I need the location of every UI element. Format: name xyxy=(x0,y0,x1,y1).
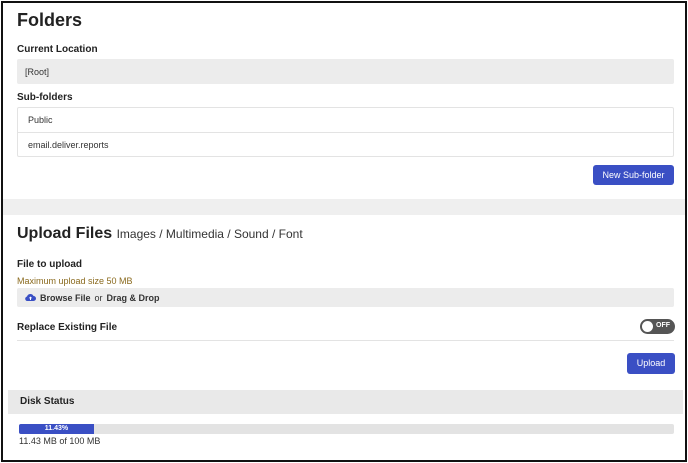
disk-usage-bar: 11.43% xyxy=(19,424,674,434)
file-drop-zone[interactable]: Browse File or Drag & Drop xyxy=(17,288,674,307)
toggle-state-text: OFF xyxy=(656,322,670,329)
replace-existing-label: Replace Existing File xyxy=(17,322,118,333)
max-upload-size-text: Maximum upload size 50 MB xyxy=(17,276,133,286)
new-subfolder-button[interactable]: New Sub-folder xyxy=(593,165,674,185)
current-location-field: [Root] xyxy=(17,59,674,84)
drag-drop-text: Drag & Drop xyxy=(106,292,160,303)
browse-file-link[interactable]: Browse File xyxy=(40,293,91,303)
current-location-label: Current Location xyxy=(17,44,98,55)
file-to-upload-label: File to upload xyxy=(17,259,82,270)
replace-existing-toggle[interactable]: OFF xyxy=(640,319,675,334)
folders-title: Folders xyxy=(17,10,83,30)
disk-usage-fill: 11.43% xyxy=(19,424,94,434)
subfolder-list: Public email.deliver.reports xyxy=(17,107,674,157)
disk-status-body: 11.43% 11.43 MB of 100 MB xyxy=(8,414,683,454)
section-divider xyxy=(3,199,685,215)
subfolder-item-public[interactable]: Public xyxy=(18,108,673,132)
toggle-knob xyxy=(642,321,653,332)
upload-heading: Upload Files xyxy=(17,225,113,242)
upload-divider xyxy=(17,340,674,341)
upload-title: Upload Files Images / Multimedia / Sound… xyxy=(17,225,303,243)
folders-panel: Folders Current Location [Root] Sub-fold… xyxy=(3,3,685,199)
subfolders-label: Sub-folders xyxy=(17,92,73,103)
upload-types: Images / Multimedia / Sound / Font xyxy=(116,227,303,241)
disk-status-header: Disk Status xyxy=(8,390,683,414)
upload-button[interactable]: Upload xyxy=(627,353,675,374)
upload-panel: Upload Files Images / Multimedia / Sound… xyxy=(3,215,685,460)
subfolder-item-email-deliver-reports[interactable]: email.deliver.reports xyxy=(18,132,673,156)
disk-usage-text: 11.43 MB of 100 MB xyxy=(19,436,101,446)
or-text: or xyxy=(94,292,103,303)
file-manager-window: Folders Current Location [Root] Sub-fold… xyxy=(1,1,687,462)
cloud-upload-icon xyxy=(25,294,36,302)
